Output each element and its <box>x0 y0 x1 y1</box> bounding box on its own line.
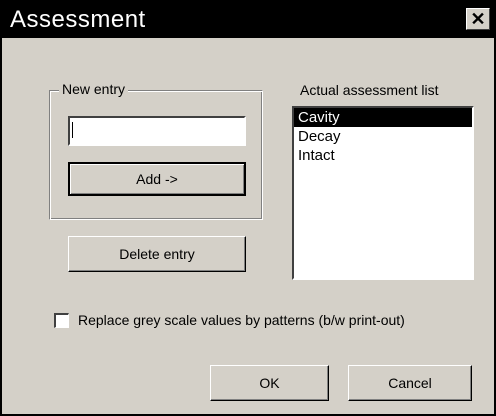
add-button[interactable]: Add -> <box>68 162 246 196</box>
assessment-dialog: Assessment ✕ New entry Add -> Delete ent… <box>0 0 496 416</box>
new-entry-input[interactable] <box>68 116 246 146</box>
title-bar[interactable]: Assessment ✕ <box>2 2 494 38</box>
cancel-button[interactable]: Cancel <box>348 365 472 401</box>
assessment-listbox[interactable]: Cavity Decay Intact <box>292 106 474 280</box>
ok-button[interactable]: OK <box>210 365 329 401</box>
delete-entry-button[interactable]: Delete entry <box>68 236 246 272</box>
list-item[interactable]: Cavity <box>294 108 472 127</box>
window-title: Assessment <box>10 6 146 33</box>
list-item[interactable]: Intact <box>294 146 472 165</box>
patterns-checkbox[interactable] <box>54 313 69 328</box>
text-caret <box>72 122 73 138</box>
assessment-list-label: Actual assessment list <box>300 82 439 98</box>
patterns-checkbox-label[interactable]: Replace grey scale values by patterns (b… <box>78 312 405 328</box>
close-icon[interactable]: ✕ <box>466 8 490 30</box>
list-item[interactable]: Decay <box>294 127 472 146</box>
new-entry-group-label: New entry <box>59 81 129 97</box>
new-entry-group <box>49 90 263 220</box>
